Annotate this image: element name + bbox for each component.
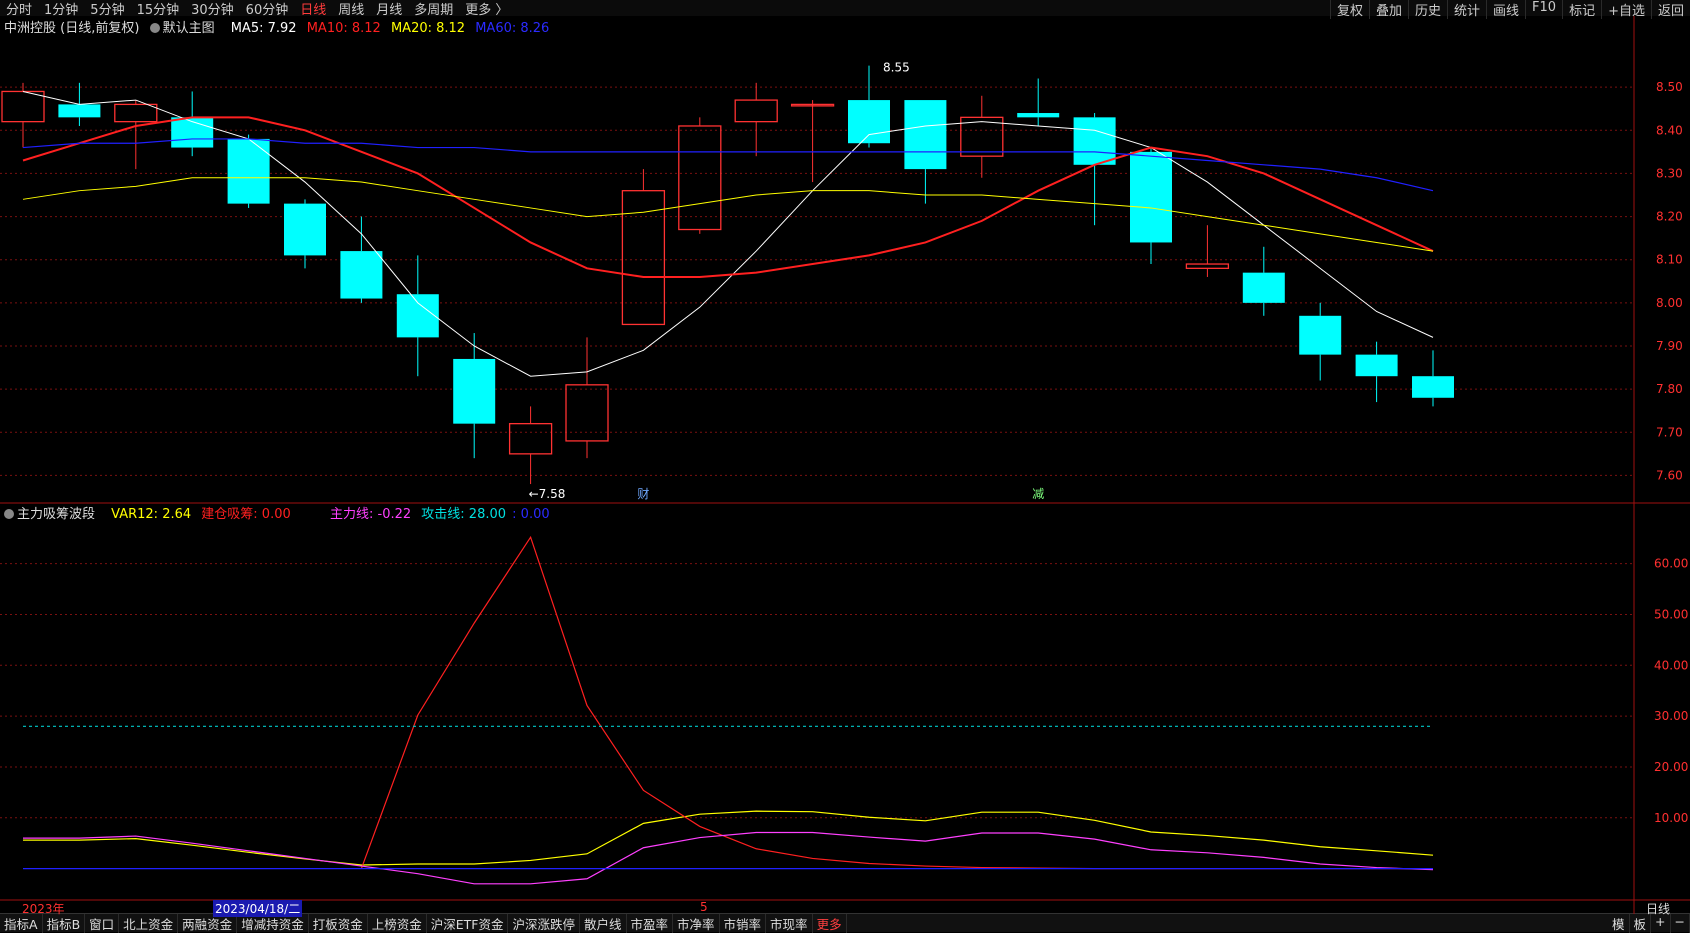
sub-y-tick-label: 40.00 xyxy=(1654,658,1688,672)
main-y-tick-label: 8.30 xyxy=(1656,166,1683,180)
candle-body-down xyxy=(1073,117,1116,165)
candle-body-down xyxy=(396,294,439,338)
year-label: 2023年 xyxy=(22,902,65,916)
main-y-tick-label: 7.60 xyxy=(1656,468,1683,482)
ma10-label: MA10: 8.12 xyxy=(306,21,381,36)
main-y-tick-label: 7.90 xyxy=(1656,339,1683,353)
zhuli-label: 主力线: -0.22 xyxy=(330,507,412,522)
indicator-tab-7[interactable]: 上榜资金 xyxy=(368,913,427,933)
sub-y-tick-label: 30.00 xyxy=(1654,709,1688,723)
indicator-line-2 xyxy=(23,831,1434,885)
candle-body-up xyxy=(508,423,553,455)
main-chart-legend: 中洲控股 (日线,前复权) 默认主图 MA5: 7.92 MA10: 8.12 … xyxy=(4,17,555,36)
main-y-tick-label: 8.50 xyxy=(1656,80,1683,94)
candle-body-down xyxy=(1299,315,1342,355)
jianlang-label: 建仓吸筹: 0.00 xyxy=(201,507,291,522)
main-y-tick-label: 8.10 xyxy=(1656,253,1683,267)
candle-body-down xyxy=(58,104,101,118)
period-tab-6[interactable]: 日线 xyxy=(294,0,332,18)
indicator-tab-15[interactable]: 更多 xyxy=(813,913,847,933)
template-dropdown[interactable]: 默认主图 xyxy=(149,21,225,36)
sub-y-tick-label: 10.00 xyxy=(1654,811,1688,825)
candle-body-up xyxy=(621,190,666,326)
period-label: 日线 xyxy=(1646,902,1671,916)
candle-body-down xyxy=(848,100,890,144)
extra-label: : 0.00 xyxy=(512,507,550,522)
period-tab-0[interactable]: 分时 xyxy=(0,0,38,18)
crosshair-date-label: 2023/04/18/二 xyxy=(213,900,303,917)
indicator-tab-8[interactable]: 沪深ETF资金 xyxy=(427,913,509,933)
candle-body-down xyxy=(1242,272,1285,303)
candle-body-down xyxy=(1355,354,1398,377)
period-tab-5[interactable]: 60分钟 xyxy=(240,0,295,18)
period-tab-2[interactable]: 5分钟 xyxy=(84,0,130,18)
main-y-tick-label: 7.70 xyxy=(1656,425,1683,439)
period-tab-1[interactable]: 1分钟 xyxy=(38,0,84,18)
candle-body-down xyxy=(1412,376,1454,398)
indicator-tab-10[interactable]: 散户线 xyxy=(580,913,627,933)
period-tab-4[interactable]: 30分钟 xyxy=(185,0,240,18)
indicator-tab-14[interactable]: 市现率 xyxy=(766,913,813,933)
sub-y-tick-label: 20.00 xyxy=(1654,760,1688,774)
gongji-label: 攻击线: 28.00 xyxy=(421,507,507,522)
indicator-tab-6[interactable]: 打板资金 xyxy=(309,913,368,933)
main-y-tick-label: 8.00 xyxy=(1656,296,1683,310)
reduction-marker: 减 xyxy=(1032,487,1044,501)
candle-body-down xyxy=(227,138,270,204)
ma5-label: MA5: 7.92 xyxy=(230,21,297,36)
candle-body-down xyxy=(340,251,383,299)
period-tab-9[interactable]: 多周期 xyxy=(408,0,459,18)
main-y-tick-label: 8.20 xyxy=(1656,210,1683,224)
indicator-tab-12[interactable]: 市净率 xyxy=(673,913,720,933)
earnings-marker: 财 xyxy=(637,487,649,501)
indicator-dropdown[interactable]: 主力吸筹波段 xyxy=(4,507,105,522)
candle-body-down xyxy=(284,203,326,256)
candle-body-down xyxy=(453,358,496,424)
period-tab-7[interactable]: 周线 xyxy=(332,0,370,18)
bottom-tool-0[interactable]: 模 xyxy=(1608,914,1630,933)
main-y-tick-label: 8.40 xyxy=(1656,123,1683,137)
candle-body-up xyxy=(678,125,722,231)
period-toolbar: 分时 1分钟 5分钟 15分钟 30分钟 60分钟 日线 周线 月线 多周期 更多 〉复权 叠加 历史统… xyxy=(0,0,1690,19)
indicator-tab-9[interactable]: 沪深涨跌停 xyxy=(508,913,580,933)
indicator-title: 主力吸筹波段 xyxy=(17,507,96,522)
candle-body-up xyxy=(734,99,778,123)
kline-chart: 7.60 7.70 7.80 7.90 8.00 8.10 8.20 8.30 8.40 8.50… xyxy=(0,16,1690,914)
indicator-tab-13[interactable]: 市销率 xyxy=(720,913,767,933)
candle-body-up xyxy=(114,103,158,123)
month-label: 5 xyxy=(700,900,708,914)
period-tab-8[interactable]: 月线 xyxy=(370,0,408,18)
period-tab-10[interactable]: 更多 〉 xyxy=(459,0,514,18)
chevron-down-icon xyxy=(149,23,160,33)
chevron-down-icon xyxy=(4,509,14,519)
ma20-label: MA20: 8.12 xyxy=(390,21,466,36)
main-y-tick-label: 7.80 xyxy=(1656,382,1683,396)
high-price-label: 8.55 xyxy=(883,61,910,75)
indicator-tab-3[interactable]: 北上资金 xyxy=(119,913,179,933)
sub-y-tick-label: 50.00 xyxy=(1654,607,1688,621)
bottom-tool-3[interactable]: − xyxy=(1671,914,1690,933)
sub-chart-legend-2: 主力线: -0.22 攻击线: 28.00 : 0.00 xyxy=(330,503,556,522)
low-price-label: ←7.58 xyxy=(529,487,566,501)
stock-title: 中洲控股 (日线,前复权) xyxy=(4,21,140,36)
candle-body-down xyxy=(1130,151,1172,243)
candle-body-down xyxy=(1017,113,1060,118)
period-tab-3[interactable]: 15分钟 xyxy=(131,0,186,18)
candle-body-up xyxy=(1185,263,1230,269)
ma-line-ma5 xyxy=(22,90,1434,377)
sub-y-tick-label: 60.00 xyxy=(1654,557,1688,571)
indicator-tab-11[interactable]: 市盈率 xyxy=(627,913,674,933)
candle-body-down xyxy=(904,100,947,170)
template-label: 默认主图 xyxy=(162,21,215,36)
ma60-label: MA60: 8.26 xyxy=(475,21,550,36)
indicator-tab-2[interactable]: 窗口 xyxy=(85,913,120,933)
var12-label: VAR12: 2.64 xyxy=(111,507,192,522)
candle-body-up xyxy=(1,90,45,123)
sub-chart-legend: 主力吸筹波段 VAR12: 2.64 建仓吸筹: 0.00 xyxy=(4,503,297,522)
